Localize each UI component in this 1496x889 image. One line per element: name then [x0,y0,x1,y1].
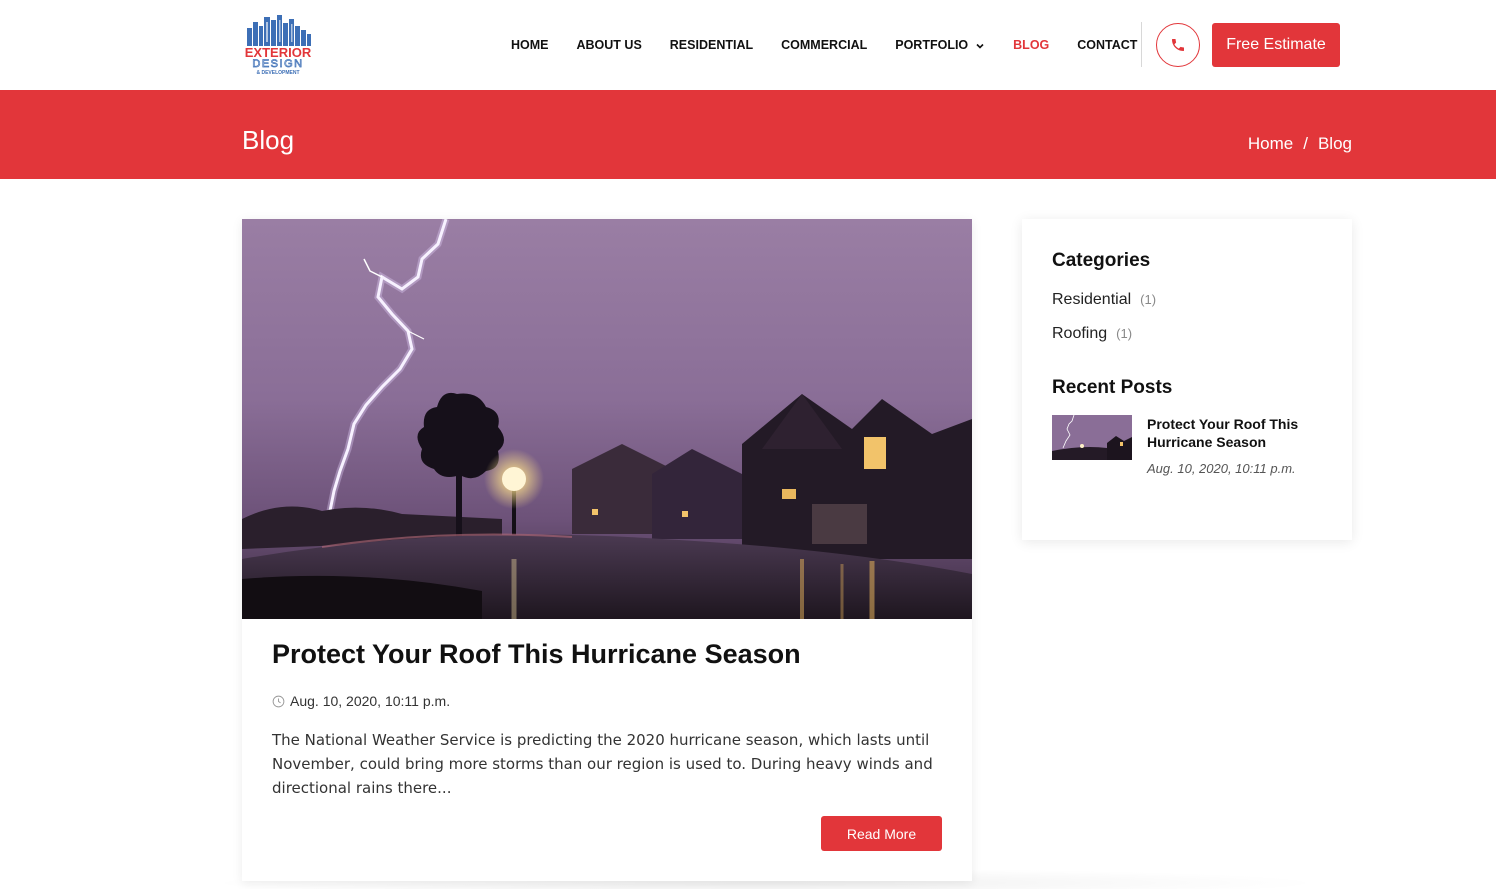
svg-text:& DEVELOPMENT: & DEVELOPMENT [256,70,299,76]
nav-portfolio[interactable]: PORTFOLIO [895,38,985,52]
category-count: (1) [1140,292,1157,307]
blog-post-card: Protect Your Roof This Hurricane Season … [242,219,972,881]
breadcrumb-separator: / [1303,134,1308,153]
category-roofing[interactable]: Roofing (1) [1052,325,1132,343]
recent-post-date: Aug. 10, 2020, 10:11 p.m. [1147,461,1296,476]
free-estimate-button[interactable]: Free Estimate [1212,23,1340,67]
nav-residential-label: RESIDENTIAL [669,38,754,52]
breadcrumb-home-link[interactable]: Home [1248,134,1293,154]
category-residential[interactable]: Residential (1) [1052,291,1156,309]
post-excerpt: The National Weather Service is predicti… [272,731,933,797]
nav-portfolio-label: PORTFOLIO [895,38,969,52]
chevron-down-icon [975,40,985,50]
nav-residential[interactable]: RESIDENTIAL [670,38,753,52]
clock-icon [272,695,285,707]
nav-about-us[interactable]: ABOUT US [577,38,642,52]
nav-about-label: ABOUT US [576,38,642,52]
read-more-button[interactable]: Read More [821,816,942,851]
recent-post-title[interactable]: Protect Your Roof This Hurricane Season [1147,415,1332,451]
blog-sidebar: Categories Residential (1) Roofing (1) R… [1022,219,1352,540]
nav-blog-label: BLOG [1013,38,1050,52]
category-name: Residential [1052,291,1132,308]
nav-divider [1141,22,1142,67]
page-title: Blog [242,125,295,155]
breadcrumb: Home / Blog [1248,134,1352,154]
recent-posts-heading: Recent Posts [1052,377,1173,398]
post-featured-image[interactable] [242,219,972,619]
nav-contact[interactable]: CONTACT [1077,38,1137,52]
page-banner: Blog Home / Blog [0,90,1496,179]
category-count: (1) [1116,326,1133,341]
categories-heading: Categories [1052,250,1151,271]
site-header: EXTERIOR DESIGN & DEVELOPMENT HOME ABOUT… [0,0,1496,90]
category-name: Roofing [1052,325,1108,342]
recent-post-thumbnail[interactable] [1052,415,1132,460]
phone-button[interactable] [1156,23,1200,67]
svg-text:DESIGN: DESIGN [252,58,303,70]
post-title[interactable]: Protect Your Roof This Hurricane Season [272,639,801,670]
site-logo[interactable]: EXTERIOR DESIGN & DEVELOPMENT [241,14,315,76]
main-nav: HOME ABOUT US RESIDENTIAL COMMERCIAL POR… [500,0,1165,90]
phone-icon [1172,39,1184,51]
nav-contact-label: CONTACT [1077,38,1138,52]
nav-commercial[interactable]: COMMERCIAL [781,38,867,52]
breadcrumb-current: Blog [1317,134,1352,153]
nav-commercial-label: COMMERCIAL [781,38,868,52]
post-meta: Aug. 10, 2020, 10:11 p.m. [272,693,450,709]
nav-home[interactable]: HOME [511,38,549,52]
post-date: Aug. 10, 2020, 10:11 p.m. [290,693,451,709]
nav-blog[interactable]: BLOG [1013,38,1049,52]
nav-home-label: HOME [511,38,549,52]
